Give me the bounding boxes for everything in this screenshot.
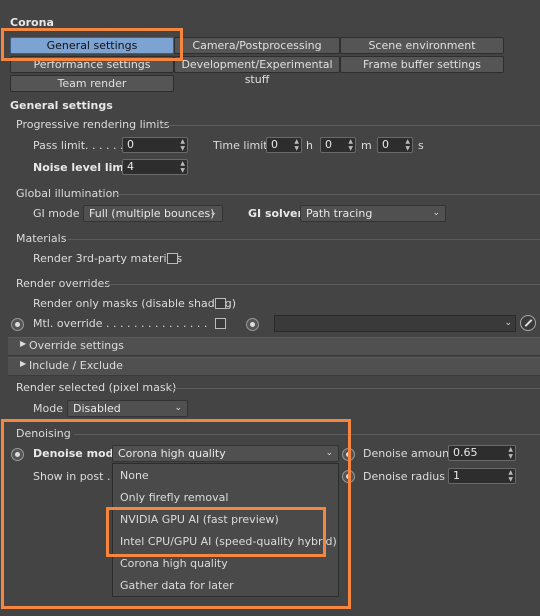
chevron-down-icon[interactable]: ⌄ xyxy=(504,316,512,331)
tab-camera-postprocessing[interactable]: Camera/Postprocessing xyxy=(174,37,340,54)
eyedropper-icon[interactable] xyxy=(520,315,536,331)
group-divider xyxy=(106,284,540,285)
denoise-radius-value: 1 xyxy=(453,469,460,482)
noise-limit-label: Noise level limit xyxy=(33,161,133,174)
stepper-arrows-icon[interactable]: ▲ ▼ xyxy=(180,138,185,152)
mtl-override-checkbox[interactable] xyxy=(215,318,226,329)
group-divider xyxy=(114,194,540,195)
render-3rd-party-label: Render 3rd-party materials xyxy=(33,252,183,265)
denoise-amount-label: Denoise amount xyxy=(363,447,454,460)
denoise-radius-stepper[interactable]: 1 ▲ ▼ xyxy=(448,468,516,484)
gi-solver-dropdown[interactable]: Path tracing ⌄ xyxy=(300,205,446,222)
mtl-override-radio[interactable] xyxy=(11,318,24,331)
denoise-radius-label: Denoise radius xyxy=(363,470,445,483)
denoise-amount-value: 0.65 xyxy=(453,446,478,459)
masks-only-checkbox[interactable] xyxy=(215,298,226,309)
group-title-gi: Global illumination xyxy=(16,187,120,200)
noise-limit-stepper[interactable]: 4 ▲ ▼ xyxy=(122,159,188,175)
hours-unit: h xyxy=(306,139,313,152)
stepper-arrows-icon[interactable]: ▲ ▼ xyxy=(348,138,353,152)
pass-limit-stepper[interactable]: 0 ▲ ▼ xyxy=(122,137,188,153)
render-3rd-party-checkbox[interactable] xyxy=(167,253,178,264)
time-seconds-value: 0 xyxy=(382,138,389,151)
stepper-arrows-icon[interactable]: ▲ ▼ xyxy=(508,469,513,483)
eyedropper-stroke xyxy=(524,319,533,327)
stepper-arrows-icon[interactable]: ▲ ▼ xyxy=(294,138,299,152)
group-title-render-selected: Render selected (pixel mask) xyxy=(16,381,177,394)
chevron-down-icon: ⌄ xyxy=(174,403,182,413)
override-settings-label: Override settings xyxy=(29,339,124,352)
group-title-materials: Materials xyxy=(16,232,67,245)
highlight-box-ai-options xyxy=(106,507,326,557)
seconds-unit: s xyxy=(418,139,424,152)
highlight-box-tab xyxy=(1,28,183,61)
masks-only-label: Render only masks (disable shading) xyxy=(33,297,237,310)
time-limit-label: Time limit xyxy=(213,139,268,152)
group-divider xyxy=(68,239,540,240)
pass-limit-label: Pass limit. . . . . . xyxy=(33,139,124,152)
noise-limit-value: 4 xyxy=(127,160,134,173)
group-title-progressive: Progressive rendering limits xyxy=(16,118,170,131)
tab-frame-buffer-settings[interactable]: Frame buffer settings xyxy=(340,56,504,73)
gi-solver-label: GI solver xyxy=(248,207,303,220)
time-minutes-stepper[interactable]: 0 ▲ ▼ xyxy=(320,137,356,153)
time-hours-stepper[interactable]: 0 ▲ ▼ xyxy=(266,137,302,153)
expand-arrow-icon: ▶ xyxy=(20,339,27,348)
render-selected-mode-value: Disabled xyxy=(73,402,121,415)
stepper-arrows-icon[interactable]: ▲ ▼ xyxy=(508,446,513,460)
tab-team-render[interactable]: Team render xyxy=(10,75,174,92)
gi-mode-value: Full (multiple bounces) xyxy=(89,207,215,220)
expand-arrow-icon: ▶ xyxy=(20,359,27,368)
render-selected-mode-dropdown[interactable]: Disabled ⌄ xyxy=(67,400,188,417)
time-seconds-stepper[interactable]: 0 ▲ ▼ xyxy=(377,137,413,153)
mtl-picker-radio[interactable] xyxy=(246,318,259,331)
mtl-override-label: Mtl. override . . . . . . . . . . . . . … xyxy=(33,317,208,330)
group-divider xyxy=(170,388,540,389)
tab-scene-environment[interactable]: Scene environment xyxy=(340,37,504,54)
tab-development-experimental[interactable]: Development/Experimental stuff xyxy=(174,56,340,86)
chevron-down-icon: ⌄ xyxy=(209,208,217,218)
group-title-overrides: Render overrides xyxy=(16,277,111,290)
pass-limit-value: 0 xyxy=(127,138,134,151)
gi-solver-value: Path tracing xyxy=(306,207,373,220)
group-divider xyxy=(160,125,540,126)
material-slot-field[interactable]: ⌄ xyxy=(274,315,516,332)
denoise-amount-stepper[interactable]: 0.65 ▲ ▼ xyxy=(448,445,516,461)
chevron-down-icon: ⌄ xyxy=(432,208,440,218)
override-settings-rollout[interactable]: ▶ Override settings xyxy=(8,337,540,356)
include-exclude-rollout[interactable]: ▶ Include / Exclude xyxy=(8,357,540,376)
time-hours-value: 0 xyxy=(271,138,278,151)
include-exclude-label: Include / Exclude xyxy=(29,359,123,372)
time-minutes-value: 0 xyxy=(325,138,332,151)
stepper-arrows-icon[interactable]: ▲ ▼ xyxy=(180,160,185,174)
gi-mode-label: GI mode xyxy=(33,207,80,220)
section-title: General settings xyxy=(10,99,113,112)
render-selected-mode-label: Mode xyxy=(33,402,63,415)
gi-mode-dropdown[interactable]: Full (multiple bounces) ⌄ xyxy=(83,205,223,222)
stepper-arrows-icon[interactable]: ▲ ▼ xyxy=(405,138,410,152)
minutes-unit: m xyxy=(361,139,372,152)
